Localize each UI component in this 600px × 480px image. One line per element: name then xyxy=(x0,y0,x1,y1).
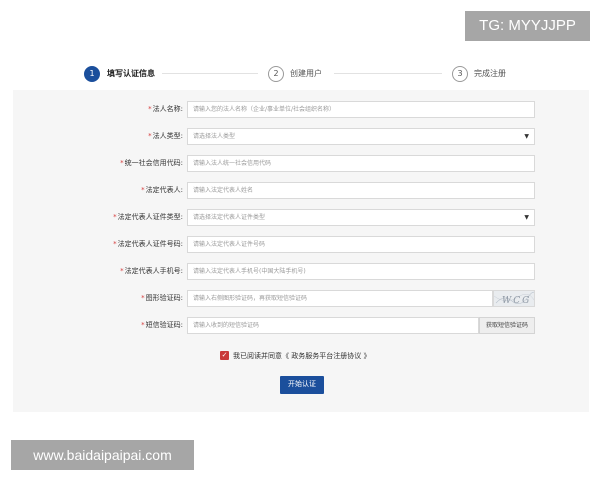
credit-code-input[interactable]: 请输入法人统一社会信用代码 xyxy=(187,155,535,172)
agreement-row: ✓ 我已阅读并同意《 政务服务平台注册协议 》 xyxy=(220,349,520,363)
required-mark: * xyxy=(120,267,124,275)
form-row-phone: *法定代表人手机号: 请输入法定代表人手机号(中国大陆手机号) xyxy=(13,263,589,280)
form-row-id-type: *法定代表人证件类型: 请选择法定代表人证件类型 ▼ xyxy=(13,209,589,226)
representative-input[interactable]: 请输入法定代表人姓名 xyxy=(187,182,535,199)
legal-type-select[interactable]: 请选择法人类型 ▼ xyxy=(187,128,535,145)
id-type-select-value: 请选择法定代表人证件类型 xyxy=(193,214,266,221)
id-type-label: *法定代表人证件类型: xyxy=(13,209,183,225)
representative-label: *法定代表人: xyxy=(13,182,183,198)
form-row-credit-code: *统一社会信用代码: 请输入法人统一社会信用代码 xyxy=(13,155,589,172)
step-divider xyxy=(162,73,258,74)
credit-code-label-text: 统一社会信用代码: xyxy=(124,159,183,167)
representative-label-text: 法定代表人: xyxy=(145,186,183,194)
form-row-representative: *法定代表人: 请输入法定代表人姓名 xyxy=(13,182,589,199)
captcha-label-text: 图形验证码: xyxy=(145,294,183,302)
legal-type-label: *法人类型: xyxy=(13,128,183,144)
step-2-label: 创建用户 xyxy=(290,69,322,78)
form-row-captcha: *图形验证码: 请输入右侧图形验证码，再获取短信验证码 WCG xyxy=(13,290,589,307)
caret-down-icon: ▼ xyxy=(524,214,529,221)
required-mark: * xyxy=(113,213,117,221)
credit-code-label: *统一社会信用代码: xyxy=(13,155,183,171)
caret-down-icon: ▼ xyxy=(524,133,529,140)
id-type-label-text: 法定代表人证件类型: xyxy=(117,213,183,221)
registration-form: *法人名称: 请输入您的法人名称（企业/事业单位/社会组织名称） *法人类型: … xyxy=(13,90,589,412)
phone-input[interactable]: 请输入法定代表人手机号(中国大陆手机号) xyxy=(187,263,535,280)
get-sms-code-button[interactable]: 获取短信验证码 xyxy=(479,317,535,334)
captcha-label: *图形验证码: xyxy=(13,290,183,306)
step-1-circle: 1 xyxy=(84,66,100,82)
legal-name-label: *法人名称: xyxy=(13,101,183,117)
legal-name-label-text: 法人名称: xyxy=(152,105,183,113)
step-divider xyxy=(334,73,442,74)
start-certification-button[interactable]: 开始认证 xyxy=(280,376,324,394)
form-row-sms: *短信验证码: 请输入收到的短信验证码 获取短信验证码 xyxy=(13,317,589,334)
required-mark: * xyxy=(113,240,117,248)
watermark-bottom-left: www.baidaipaipai.com xyxy=(11,440,194,470)
step-1-label: 填写认证信息 xyxy=(107,69,155,78)
required-mark: * xyxy=(141,321,145,329)
form-row-legal-type: *法人类型: 请选择法人类型 ▼ xyxy=(13,128,589,145)
captcha-text: WCG xyxy=(502,296,531,306)
id-number-input[interactable]: 请输入法定代表人证件号码 xyxy=(187,236,535,253)
step-3-label: 完成注册 xyxy=(474,69,506,78)
form-row-legal-name: *法人名称: 请输入您的法人名称（企业/事业单位/社会组织名称） xyxy=(13,101,589,118)
step-2-circle: 2 xyxy=(268,66,284,82)
required-mark: * xyxy=(141,186,145,194)
captcha-input[interactable]: 请输入右侧图形验证码，再获取短信验证码 xyxy=(187,290,493,307)
legal-type-label-text: 法人类型: xyxy=(152,132,183,140)
phone-label-text: 法定代表人手机号: xyxy=(124,267,183,275)
required-mark: * xyxy=(141,294,145,302)
phone-label: *法定代表人手机号: xyxy=(13,263,183,279)
sms-label-text: 短信验证码: xyxy=(145,321,183,329)
required-mark: * xyxy=(148,132,152,140)
legal-type-select-value: 请选择法人类型 xyxy=(193,133,236,140)
form-row-id-number: *法定代表人证件号码: 请输入法定代表人证件号码 xyxy=(13,236,589,253)
id-type-select[interactable]: 请选择法定代表人证件类型 ▼ xyxy=(187,209,535,226)
id-number-label-text: 法定代表人证件号码: xyxy=(117,240,183,248)
captcha-image[interactable]: WCG xyxy=(493,290,535,307)
agreement-checkbox[interactable]: ✓ xyxy=(220,351,229,360)
watermark-top-right: TG: MYYJJPP xyxy=(465,11,590,41)
captcha-noise: WCG xyxy=(494,291,534,306)
required-mark: * xyxy=(120,159,124,167)
id-number-label: *法定代表人证件号码: xyxy=(13,236,183,252)
progress-steps: 1 填写认证信息 2 创建用户 3 完成注册 xyxy=(0,63,600,85)
required-mark: * xyxy=(148,105,152,113)
legal-name-input[interactable]: 请输入您的法人名称（企业/事业单位/社会组织名称） xyxy=(187,101,535,118)
step-3-circle: 3 xyxy=(452,66,468,82)
sms-code-input[interactable]: 请输入收到的短信验证码 xyxy=(187,317,479,334)
agreement-text[interactable]: 我已阅读并同意《 政务服务平台注册协议 》 xyxy=(233,349,370,363)
sms-label: *短信验证码: xyxy=(13,317,183,333)
